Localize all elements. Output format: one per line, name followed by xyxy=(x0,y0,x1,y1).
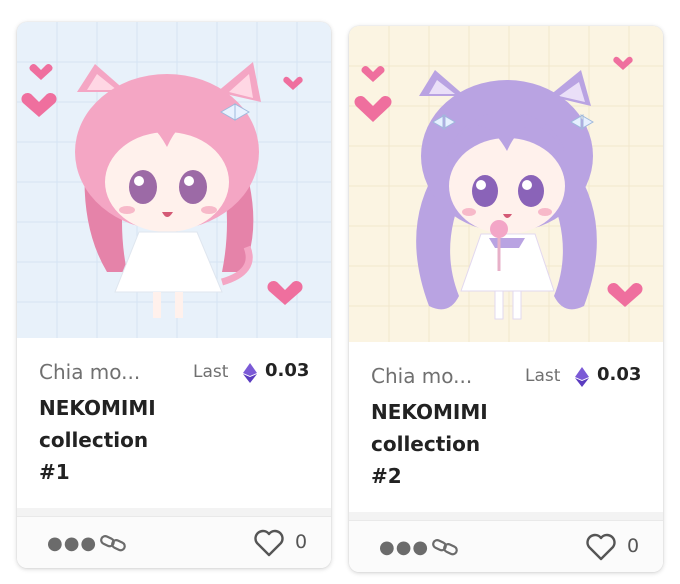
nft-title-line: #2 xyxy=(371,464,402,488)
catgirl-lavender-illustration xyxy=(349,26,663,342)
nft-title[interactable]: NEKOMIMI collection #2 xyxy=(371,396,521,492)
nft-artwork-2[interactable] xyxy=(349,26,663,342)
card-footer: ●●● 0 xyxy=(17,516,331,568)
nft-artwork-1[interactable] xyxy=(17,22,331,338)
more-dots-icon[interactable]: ●●● xyxy=(379,539,429,557)
divider xyxy=(17,508,331,516)
heart-icon[interactable] xyxy=(585,533,617,561)
nft-title[interactable]: NEKOMIMI collection #1 xyxy=(39,392,189,488)
last-price-label: Last xyxy=(193,362,229,382)
nft-card-1[interactable]: Chia mo... Last 0.03 NEKOMIMI collection… xyxy=(17,22,331,568)
nft-card-2[interactable]: Chia mo... Last 0.03 NEKOMIMI collection… xyxy=(349,26,663,572)
ethereum-icon xyxy=(243,363,257,383)
catgirl-pink-illustration xyxy=(17,22,331,338)
nft-title-line: NEKOMIMI xyxy=(371,400,488,424)
collection-name[interactable]: Chia mo... xyxy=(371,364,503,388)
more-dots-icon[interactable]: ●●● xyxy=(47,535,97,553)
ethereum-icon xyxy=(575,367,589,387)
divider xyxy=(349,512,663,520)
nft-title-line: NEKOMIMI xyxy=(39,396,156,420)
last-price-label: Last xyxy=(525,366,561,386)
like-count: 0 xyxy=(295,531,308,553)
last-price-value: 0.03 xyxy=(597,364,642,385)
nft-title-line: collection xyxy=(39,428,149,452)
nft-info-1: Chia mo... Last 0.03 NEKOMIMI collection… xyxy=(17,338,331,508)
collection-name[interactable]: Chia mo... xyxy=(39,360,171,384)
nft-title-line: collection xyxy=(371,432,481,456)
chain-link-icon[interactable] xyxy=(431,537,459,557)
heart-icon[interactable] xyxy=(253,529,285,557)
last-price-value: 0.03 xyxy=(265,360,310,381)
like-count: 0 xyxy=(627,535,640,557)
card-footer: ●●● 0 xyxy=(349,520,663,572)
nft-info-2: Chia mo... Last 0.03 NEKOMIMI collection… xyxy=(349,342,663,512)
nft-title-line: #1 xyxy=(39,460,70,484)
chain-link-icon[interactable] xyxy=(99,533,127,553)
